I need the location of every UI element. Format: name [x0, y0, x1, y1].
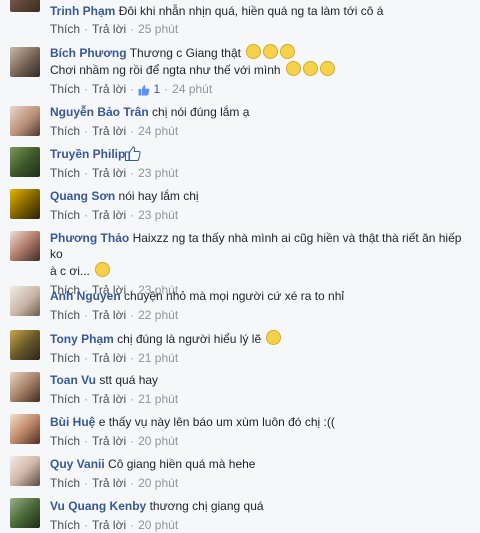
- comment-time[interactable]: 25 phút: [138, 22, 178, 36]
- comment-author[interactable]: Anh Nguyen: [50, 289, 121, 303]
- comment-text: nói hay lắm chị: [118, 189, 199, 203]
- avatar[interactable]: [10, 47, 40, 77]
- comment-text: chị nói đúng lắm ạ: [152, 105, 250, 119]
- comment-time[interactable]: 22 phút: [138, 308, 178, 322]
- thumbs-up-icon: [125, 146, 141, 161]
- comment-item: Truyền Philip Thích · Trả lời · 23 phút: [0, 144, 480, 180]
- reply-link[interactable]: Trả lời: [92, 82, 126, 96]
- reply-link[interactable]: Trả lời: [92, 124, 126, 138]
- comment-text: stt quá hay: [99, 373, 159, 387]
- comment-author[interactable]: Toan Vu: [50, 373, 96, 387]
- comment-item: Tony Phạm chị đúng là người hiểu lý lẽ T…: [0, 328, 480, 365]
- avatar[interactable]: [10, 330, 40, 360]
- comment-text-line2: Chơi nhầm ng rồi để ngta như thế với mìn…: [50, 63, 281, 77]
- comment-item: Toan Vu stt quá hay Thích · Trả lời · 21 phú…: [0, 370, 480, 406]
- comment-time[interactable]: 20 phút: [138, 434, 178, 448]
- comment-author[interactable]: Quang Sơn: [50, 189, 115, 203]
- emoji-icon: [280, 44, 296, 59]
- emoji-icon: [302, 61, 318, 76]
- avatar[interactable]: [10, 189, 40, 219]
- comment-text: chuyện nhỏ mà mọi người cứ xé ra to nhỉ: [124, 289, 345, 303]
- reply-link[interactable]: Trả lời: [92, 351, 126, 365]
- comment-item: Nguyễn Bảo Trân chị nói đúng lắm ạ Thích…: [0, 102, 480, 138]
- emoji-icon: [319, 61, 335, 76]
- comment-text: Đôi khi nhẫn nhịn quá, hiền quá ng ta là…: [118, 4, 384, 18]
- comment-author[interactable]: Bùi Huệ: [50, 415, 95, 429]
- like-link[interactable]: Thích: [50, 166, 80, 180]
- like-link[interactable]: Thích: [50, 124, 80, 138]
- reply-link[interactable]: Trả lời: [92, 208, 126, 222]
- comment-text: Cô giang hiền quá mà hehe: [108, 457, 256, 471]
- reply-link[interactable]: Trả lời: [92, 308, 126, 322]
- avatar[interactable]: [10, 498, 40, 528]
- reply-link[interactable]: Trả lời: [92, 476, 126, 490]
- comment-time[interactable]: 21 phút: [138, 392, 178, 406]
- like-link[interactable]: Thích: [50, 476, 80, 490]
- avatar[interactable]: [10, 456, 40, 486]
- comment-text: Thương c Giang thật: [129, 46, 241, 60]
- like-link[interactable]: Thích: [50, 22, 80, 36]
- avatar[interactable]: [10, 147, 40, 177]
- comment-author[interactable]: Tony Phạm: [50, 332, 114, 346]
- comment-author[interactable]: Vu Quang Kenby: [50, 499, 146, 513]
- comment-text: thương chị giang quá: [149, 499, 264, 513]
- emoji-icon: [285, 61, 301, 76]
- reply-link[interactable]: Trả lời: [92, 392, 126, 406]
- comment-time[interactable]: 23 phút: [138, 166, 178, 180]
- comment-author[interactable]: Nguyễn Bảo Trân: [50, 105, 149, 119]
- thumbs-up-icon: [138, 85, 150, 96]
- comment-author[interactable]: Truyền Philip: [50, 147, 125, 161]
- emoji-icon: [263, 44, 279, 59]
- comment-time[interactable]: 24 phút: [172, 82, 212, 96]
- like-link[interactable]: Thích: [50, 82, 80, 96]
- comment-author[interactable]: Phương Thảo: [50, 231, 129, 245]
- reply-link[interactable]: Trả lời: [92, 518, 126, 532]
- avatar[interactable]: [10, 106, 40, 136]
- avatar[interactable]: [10, 0, 40, 12]
- like-link[interactable]: Thích: [50, 518, 80, 532]
- avatar[interactable]: [10, 414, 40, 444]
- like-link[interactable]: Thích: [50, 351, 80, 365]
- comment-item: Vu Quang Kenby thương chị giang quá Thíc…: [0, 496, 480, 532]
- laughing-emoji-icon: [95, 262, 111, 277]
- avatar[interactable]: [10, 231, 40, 261]
- comment-item: Bích Phương Thương c Giang thật Chơi nhầ…: [0, 42, 480, 98]
- emoji-icon: [246, 44, 262, 59]
- comment-time[interactable]: 21 phút: [138, 351, 178, 365]
- comment-item: Trinh Phạm Đôi khi nhẫn nhịn quá, hiền q…: [0, 0, 480, 36]
- comment-item: Quang Sơn nói hay lắm chị Thích · Trả lời ·…: [0, 186, 480, 222]
- like-link[interactable]: Thích: [50, 308, 80, 322]
- comment-time[interactable]: 24 phút: [138, 124, 178, 138]
- comment-item: Anh Nguyen chuyện nhỏ mà mọi người cứ xé…: [0, 286, 480, 322]
- comment-time[interactable]: 23 phút: [138, 208, 178, 222]
- avatar[interactable]: [10, 286, 40, 316]
- like-count[interactable]: 1: [153, 82, 160, 96]
- comment-time[interactable]: 20 phút: [138, 518, 178, 532]
- reply-link[interactable]: Trả lời: [92, 22, 126, 36]
- comment-item: Bùi Huệ e thấy vụ này lên báo um xùm luô…: [0, 412, 480, 448]
- comment-text: e thấy vụ này lên báo um xùm luôn đó chị…: [98, 415, 335, 429]
- comment-author[interactable]: Quy Vanii: [50, 457, 105, 471]
- comment-item: Quy Vanii Cô giang hiền quá mà hehe Thíc…: [0, 454, 480, 490]
- smile-emoji-icon: [266, 330, 282, 345]
- comment-text-line2: à c ơi...: [50, 264, 90, 278]
- reply-link[interactable]: Trả lời: [92, 166, 126, 180]
- comment-author[interactable]: Bích Phương: [50, 46, 127, 60]
- like-link[interactable]: Thích: [50, 392, 80, 406]
- comment-text: chị đúng là người hiểu lý lẽ: [117, 332, 262, 346]
- reply-link[interactable]: Trả lời: [92, 434, 126, 448]
- comment-item: Phương Thảo Haixzz ng ta thấy nhà mình a…: [0, 228, 480, 297]
- comment-time[interactable]: 20 phút: [138, 476, 178, 490]
- like-link[interactable]: Thích: [50, 208, 80, 222]
- like-link[interactable]: Thích: [50, 434, 80, 448]
- avatar[interactable]: [10, 372, 40, 402]
- comment-author[interactable]: Trinh Phạm: [50, 4, 115, 18]
